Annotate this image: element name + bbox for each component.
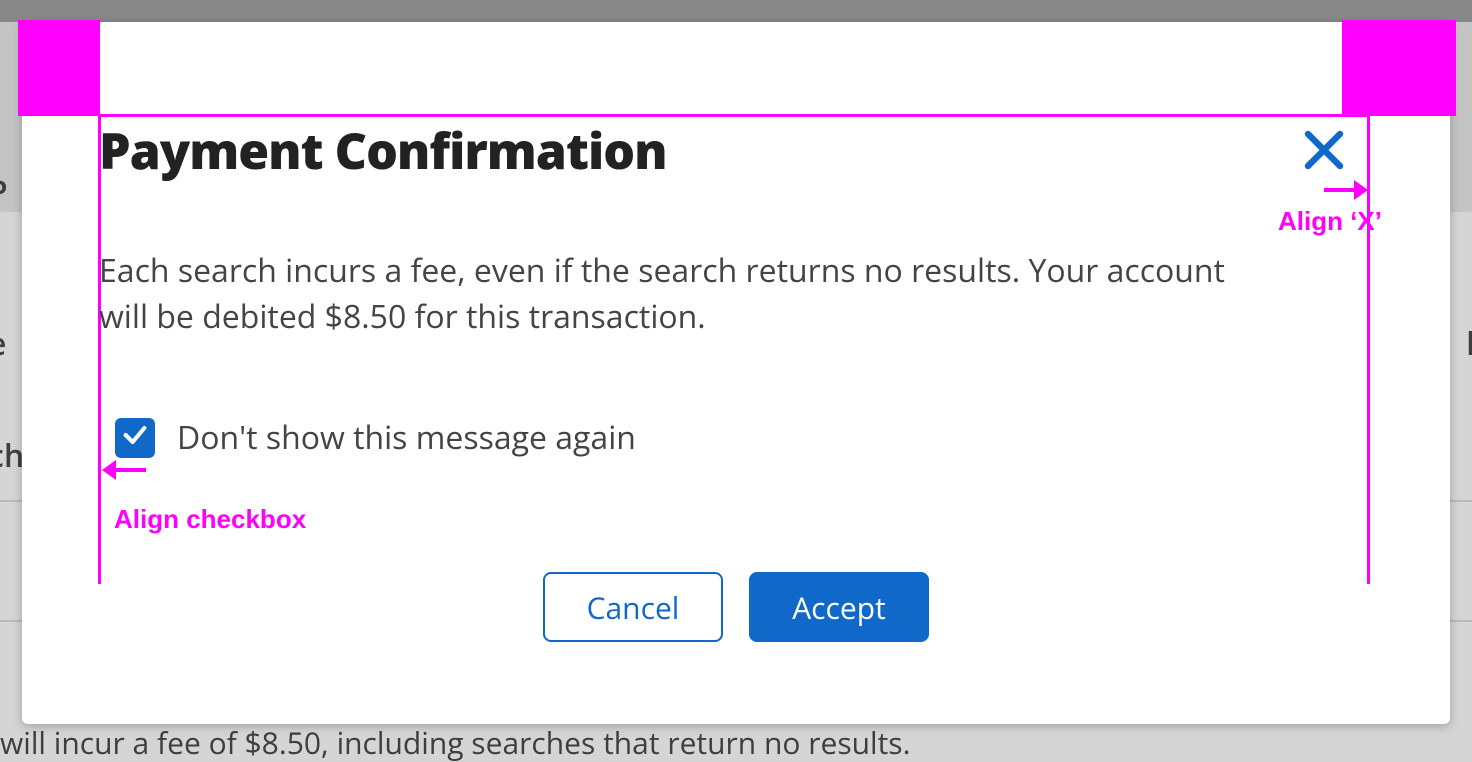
dont-show-again-label: Don't show this message again — [177, 416, 636, 459]
checkmark-icon — [121, 421, 149, 454]
dont-show-again-row: Don't show this message again — [115, 416, 636, 459]
annotation-line — [98, 116, 101, 584]
annotation-block — [1342, 20, 1456, 116]
modal-body-text: Each search incurs a fee, even if the se… — [99, 248, 1239, 341]
annotation-arrow-left — [102, 460, 146, 480]
close-icon — [1300, 157, 1348, 179]
annotation-block — [18, 20, 100, 116]
dont-show-again-checkbox[interactable] — [115, 418, 155, 458]
annotation-arrow-right — [1324, 180, 1368, 200]
close-button[interactable] — [1300, 126, 1348, 174]
annotation-label-align-x: Align ‘X’ — [1278, 206, 1382, 237]
modal-title: Payment Confirmation — [99, 116, 667, 184]
modal-button-row: Cancel Accept — [22, 572, 1450, 642]
annotation-label-align-checkbox: Align checkbox — [114, 504, 306, 535]
cancel-button[interactable]: Cancel — [543, 572, 723, 642]
accept-button-label: Accept — [792, 587, 886, 628]
cancel-button-label: Cancel — [587, 587, 680, 628]
payment-confirmation-modal: Align ‘X’ Align checkbox Payment Confirm… — [22, 22, 1450, 724]
accept-button[interactable]: Accept — [749, 572, 929, 642]
